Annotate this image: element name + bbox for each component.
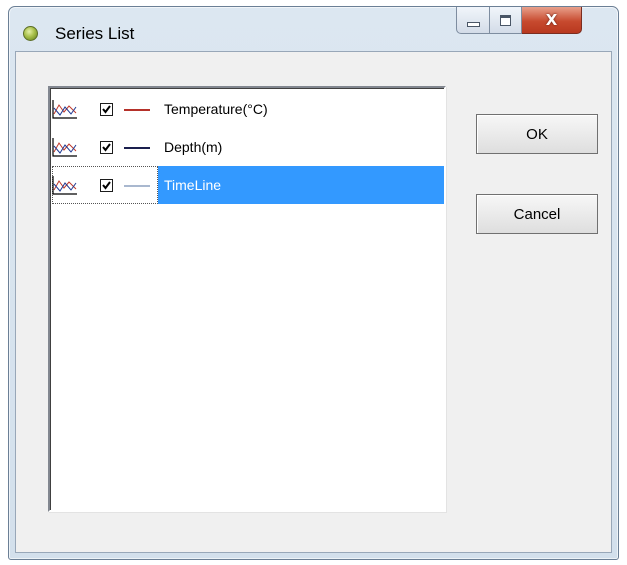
title-bar[interactable]: Series List X — [9, 7, 618, 57]
close-button[interactable]: X — [522, 7, 582, 34]
minimize-button[interactable] — [456, 7, 490, 34]
series-list-dialog: Series List X Temperature(°C) Depth(m) T… — [8, 6, 619, 560]
caption-buttons: X — [456, 7, 616, 37]
series-color-line — [124, 147, 150, 149]
series-color-line — [124, 185, 150, 187]
minimize-icon — [466, 21, 480, 27]
maximize-button[interactable] — [490, 7, 522, 34]
green-orb-icon — [23, 26, 38, 41]
line-chart-icon — [52, 176, 77, 195]
checkmark-icon — [102, 181, 111, 190]
series-row-timeline[interactable]: TimeLine — [52, 166, 444, 204]
series-checkbox[interactable] — [100, 179, 113, 192]
checkmark-icon — [102, 143, 111, 152]
line-chart-icon — [52, 100, 77, 119]
line-chart-icon — [52, 138, 77, 157]
maximize-icon — [500, 14, 511, 26]
checkmark-icon — [102, 105, 111, 114]
series-color-line — [124, 109, 150, 111]
close-icon: X — [545, 11, 558, 29]
series-label: Temperature(°C) — [164, 101, 268, 117]
series-listbox[interactable]: Temperature(°C) Depth(m) TimeLine — [48, 86, 446, 512]
series-label: TimeLine — [158, 166, 444, 204]
series-checkbox[interactable] — [100, 103, 113, 116]
cancel-button[interactable]: Cancel — [476, 194, 598, 234]
series-row-depth[interactable]: Depth(m) — [52, 128, 444, 166]
dialog-client-area: Temperature(°C) Depth(m) TimeLine OK Can… — [15, 51, 612, 553]
series-label: Depth(m) — [164, 139, 223, 155]
ok-button[interactable]: OK — [476, 114, 598, 154]
window-title: Series List — [55, 24, 135, 43]
series-checkbox[interactable] — [100, 141, 113, 154]
series-row-temperature[interactable]: Temperature(°C) — [52, 90, 444, 128]
